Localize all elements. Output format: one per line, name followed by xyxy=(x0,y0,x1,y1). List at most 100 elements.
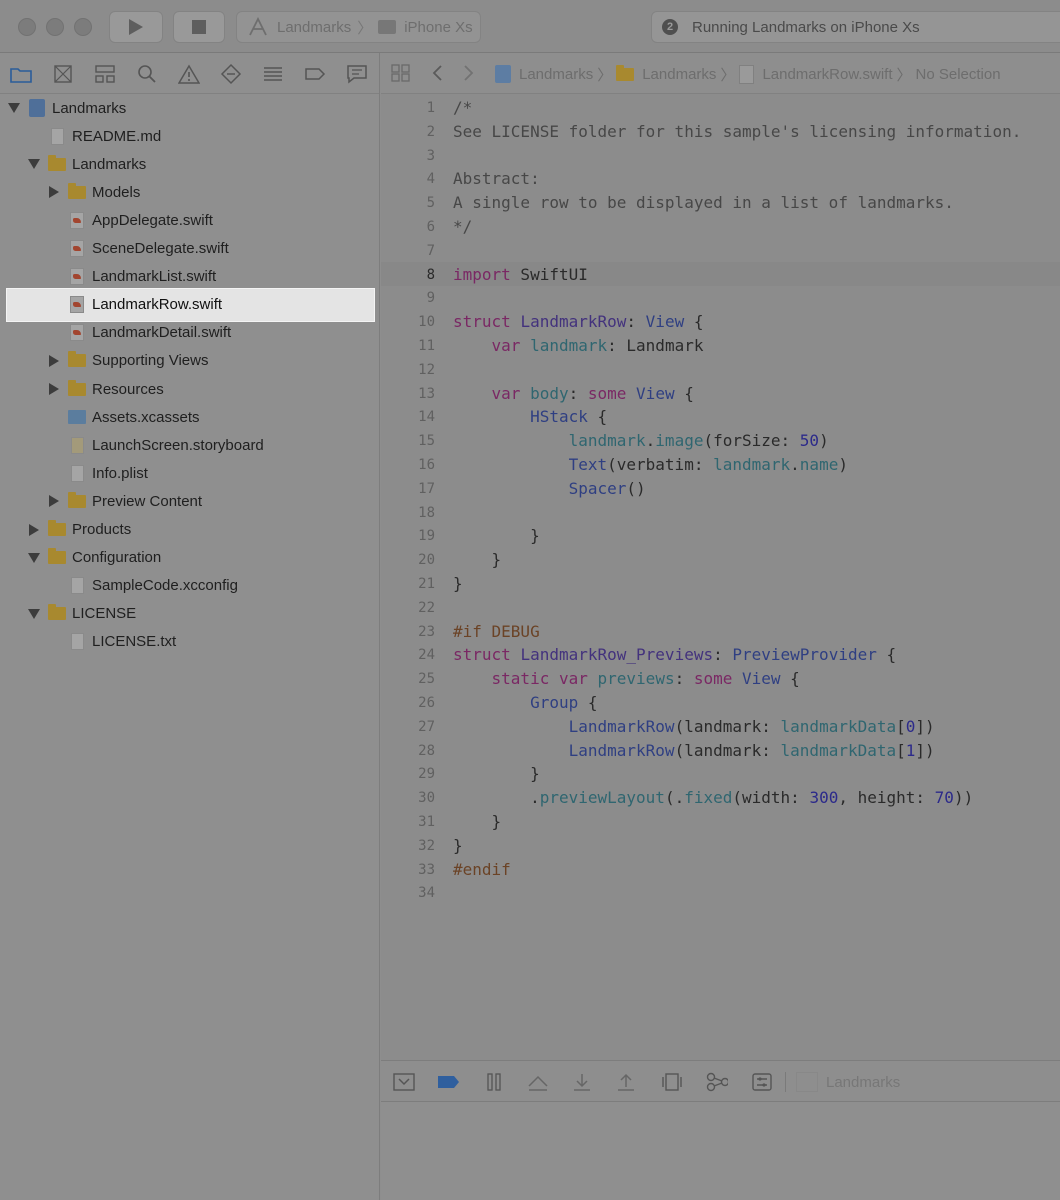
tree-file-row[interactable]: Info.plist xyxy=(0,459,379,487)
code-line[interactable]: 16 Text(verbatim: landmark.name) xyxy=(381,453,1060,477)
minimize-window-button[interactable] xyxy=(46,18,64,36)
code-line[interactable]: 29 } xyxy=(381,762,1060,786)
disclosure-closed-icon[interactable] xyxy=(48,495,60,508)
view-debugger-icon[interactable] xyxy=(661,1071,683,1093)
debug-icon[interactable] xyxy=(262,63,284,85)
breadcrumb-project[interactable]: Landmarks xyxy=(519,66,593,83)
tree-file-row[interactable]: LaunchScreen.storyboard xyxy=(0,431,379,459)
code-line[interactable]: 10 struct LandmarkRow: View { xyxy=(381,310,1060,334)
code-line[interactable]: 18 xyxy=(381,501,1060,525)
tree-group-row[interactable]: Resources xyxy=(0,375,379,403)
code-line[interactable]: 9 xyxy=(381,286,1060,310)
zoom-window-button[interactable] xyxy=(74,18,92,36)
tree-group-row[interactable]: Products xyxy=(0,516,379,544)
source-control-icon[interactable] xyxy=(52,63,74,85)
tree-file-row[interactable]: LandmarkList.swift xyxy=(0,263,379,291)
tree-group-row[interactable]: Preview Content xyxy=(0,487,379,515)
code-line[interactable]: 1 /* xyxy=(381,96,1060,120)
hierarchy-icon[interactable] xyxy=(94,63,116,85)
code-line[interactable]: 33 #endif xyxy=(381,858,1060,882)
code-line[interactable]: 15 landmark.image(forSize: 50) xyxy=(381,429,1060,453)
console-area[interactable] xyxy=(381,1102,1060,1200)
code-line[interactable]: 13 var body: some View { xyxy=(381,382,1060,406)
code-line[interactable]: 22 xyxy=(381,596,1060,620)
tree-file-row[interactable]: LandmarkRow.swift xyxy=(0,291,379,319)
code-line[interactable]: 31 } xyxy=(381,810,1060,834)
tree-file-row[interactable]: LICENSE.txt xyxy=(0,628,379,656)
tree-group-row[interactable]: Supporting Views xyxy=(0,347,379,375)
code-line[interactable]: 27 LandmarkRow(landmark: landmarkData[0]… xyxy=(381,715,1060,739)
code-line[interactable]: 5 A single row to be displayed in a list … xyxy=(381,191,1060,215)
breadcrumb-symbol[interactable]: No Selection xyxy=(916,66,1001,83)
breakpoints-toggle-icon[interactable] xyxy=(437,1071,459,1093)
tree-group-row[interactable]: Landmarks xyxy=(0,150,379,178)
code-line[interactable]: 7 xyxy=(381,239,1060,263)
environment-overrides-icon[interactable] xyxy=(751,1071,773,1093)
tree-file-row[interactable]: AppDelegate.swift xyxy=(0,206,379,234)
tree-group-row[interactable]: Configuration xyxy=(0,544,379,572)
code-line[interactable]: 8 import SwiftUI xyxy=(381,263,1060,287)
close-window-button[interactable] xyxy=(18,18,36,36)
code-line[interactable]: 30 .previewLayout(.fixed(width: 300, hei… xyxy=(381,786,1060,810)
code-line[interactable]: 6 */ xyxy=(381,215,1060,239)
code-line[interactable]: 34 xyxy=(381,881,1060,905)
code-line[interactable]: 25 static var previews: some View { xyxy=(381,667,1060,691)
memory-graph-icon[interactable] xyxy=(706,1071,728,1093)
tree-file-row[interactable]: LandmarkDetail.swift xyxy=(0,319,379,347)
code-line[interactable]: 21} xyxy=(381,572,1060,596)
code-line[interactable]: 20 } xyxy=(381,548,1060,572)
folder-icon[interactable] xyxy=(10,63,32,85)
breadcrumb-file[interactable]: LandmarkRow.swift xyxy=(762,66,892,83)
run-button[interactable] xyxy=(109,11,163,43)
tree-group-row[interactable]: LICENSE xyxy=(0,600,379,628)
document-icon xyxy=(68,633,86,651)
tree-group-row[interactable]: Landmarks xyxy=(0,94,379,122)
disclosure-closed-icon[interactable] xyxy=(48,186,60,199)
disclosure-open-icon[interactable] xyxy=(28,158,40,170)
search-icon[interactable] xyxy=(136,63,158,85)
code-line[interactable]: 2 See LICENSE folder for this sample's li… xyxy=(381,120,1060,144)
code-line[interactable]: 28 LandmarkRow(landmark: landmarkData[1]… xyxy=(381,739,1060,763)
step-over-icon[interactable] xyxy=(527,1071,549,1093)
stop-button[interactable] xyxy=(173,11,225,43)
step-into-icon[interactable] xyxy=(571,1071,593,1093)
source-editor[interactable]: 1 /* 2 See LICENSE folder for this sample's… xyxy=(381,94,1060,1060)
code-line[interactable]: 24 struct LandmarkRow_Previews: PreviewPr… xyxy=(381,643,1060,667)
code-line[interactable]: 23 #if DEBUG xyxy=(381,620,1060,644)
tree-file-row[interactable]: SceneDelegate.swift xyxy=(0,235,379,263)
disclosure-closed-icon[interactable] xyxy=(48,354,60,367)
disclosure-closed-icon[interactable] xyxy=(48,383,60,395)
step-out-icon[interactable] xyxy=(615,1071,637,1093)
breadcrumb-group[interactable]: Landmarks xyxy=(642,66,716,83)
related-items-icon[interactable] xyxy=(391,64,411,86)
tree-file-row[interactable]: Assets.xcassets xyxy=(0,403,379,431)
breakpoint-icon[interactable] xyxy=(304,63,326,85)
disclosure-open-icon[interactable] xyxy=(8,102,20,114)
code-line[interactable]: 3 xyxy=(381,144,1060,168)
pause-icon[interactable] xyxy=(483,1071,505,1093)
code-line[interactable]: 4 Abstract: xyxy=(381,167,1060,191)
disclosure-open-icon[interactable] xyxy=(28,552,40,564)
code-line[interactable]: 14 HStack { xyxy=(381,405,1060,429)
scheme-selector[interactable]: Landmarks 〉 iPhone Xs xyxy=(236,11,481,43)
debug-target-selector[interactable]: Landmarks xyxy=(796,1072,900,1092)
code-line[interactable]: 11 var landmark: Landmark xyxy=(381,334,1060,358)
test-icon[interactable] xyxy=(220,63,242,85)
tree-group-row[interactable]: Models xyxy=(0,178,379,206)
tree-file-row[interactable]: SampleCode.xcconfig xyxy=(0,572,379,600)
disclosure-closed-icon[interactable] xyxy=(28,523,40,536)
report-icon[interactable] xyxy=(346,63,368,85)
warning-icon[interactable] xyxy=(178,63,200,85)
code-line[interactable]: 17 Spacer() xyxy=(381,477,1060,501)
disclosure-open-icon[interactable] xyxy=(28,608,40,620)
code-line[interactable]: 32} xyxy=(381,834,1060,858)
forward-arrow-icon[interactable] xyxy=(463,64,475,86)
code-line[interactable]: 12 xyxy=(381,358,1060,382)
hide-debug-area-icon[interactable] xyxy=(393,1071,415,1093)
back-arrow-icon[interactable] xyxy=(431,64,443,86)
code-line[interactable]: 19 } xyxy=(381,524,1060,548)
tree-file-row[interactable]: README.md xyxy=(0,122,379,150)
code-line[interactable]: 26 Group { xyxy=(381,691,1060,715)
line-number: 10 xyxy=(418,314,435,331)
